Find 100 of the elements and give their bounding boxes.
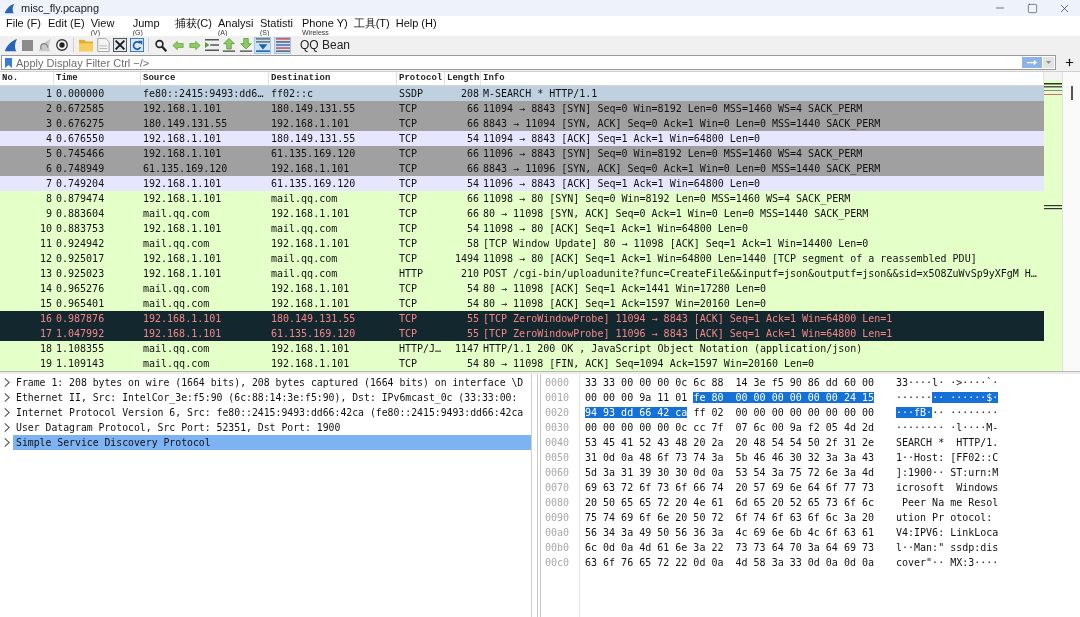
scrollbar-track[interactable]: [1062, 72, 1080, 371]
menu-item[interactable]: File (F): [3, 16, 45, 29]
table-cell-text: 16: [38, 312, 53, 326]
table-cell-text: 58: [465, 237, 480, 251]
table-cell-text: 192.168.1.101: [142, 132, 223, 146]
packet-row[interactable]: 11 0.924942 mail.qq.com 192.168.1.101 TCP 58 [TCP Window Update] 80 → 11098 [ACK] Seq=1 Ack=1 Win=14400 Len=0: [0, 236, 1044, 251]
packet-row[interactable]: 17 1.047992 192.168.1.101 61.135.169.120 TCP 55 [TCP ZeroWindowProbe] 11096 → 8843 [ACK] Seq=1 Ack=1 Win=64800 Len=1: [0, 326, 1044, 341]
fin-arrow-icon: [37, 38, 52, 52]
hex-bytes: 00 00 00 00 00 0c cc 7f 07 6c 00 9a f2 05 4d 2d: [585, 421, 874, 435]
table-cell-text: 80 → 11098 [ACK] Seq=1 Ack=1441 Win=17280 Len=0: [482, 282, 767, 296]
column-header[interactable]: Protocol: [397, 72, 445, 85]
table-cell-text: TCP: [398, 207, 419, 221]
packet-row[interactable]: 6 0.748949 61.135.169.120 192.168.1.101 TCP 66 8843 → 11096 [SYN, ACK] Seq=0 Ack=1 Win=0 Len=0 MSS=1440 SACK_PERM: [0, 161, 1044, 176]
scrollbar-thumb[interactable]: [1070, 86, 1073, 100]
table-cell-text: 180.149.131.55: [270, 132, 357, 146]
table-cell-text: 8843 → 11096 [SYN, ACK] Seq=0 Ack=1 Win=0 Len=0 MSS=1440 SACK_PERM: [482, 162, 882, 176]
packet-row[interactable]: 9 0.883604 mail.qq.com 192.168.1.101 TCP 66 80 → 11098 [SYN, ACK] Seq=0 Ack=1 Win=0 Len=0 MSS=1440 SACK_PERM: [0, 206, 1044, 221]
table-cell-text: 192.168.1.101: [270, 207, 351, 221]
table-cell-text: 0.676550: [55, 132, 106, 146]
table-cell-text: HTTP/1.1 200 OK , JavaScript Object Notation (application/json): [482, 342, 864, 356]
table-cell-text: mail.qq.com: [270, 192, 339, 206]
column-header[interactable]: Time: [54, 72, 141, 85]
table-cell-text: mail.qq.com: [142, 357, 211, 371]
first-packet-button[interactable]: [220, 36, 237, 54]
column-header[interactable]: Length: [445, 72, 481, 85]
packet-row[interactable]: 3 0.676275 180.149.131.55 192.168.1.101 TCP 66 8843 → 11094 [SYN, ACK] Seq=0 Ack=1 Win=0 Len=0 MSS=1440 SACK_PERM: [0, 116, 1044, 131]
offset-label: 00c0: [544, 556, 571, 570]
filter-field[interactable]: Apply Display Filter Ctrl −/>: [1, 55, 1056, 70]
tree-item[interactable]: User Datagram Protocol, Src Port: 52351, Dst Port: 1900: [13, 420, 531, 435]
packet-row[interactable]: 14 0.965276 mail.qq.com 192.168.1.101 TCP 54 80 → 11098 [ACK] Seq=1 Ack=1441 Win=17280 Len=0: [0, 281, 1044, 296]
packet-row[interactable]: 15 0.965401 mail.qq.com 192.168.1.101 TCP 54 80 → 11098 [ACK] Seq=1 Ack=1597 Win=20160 Len=0: [0, 296, 1044, 311]
packet-row[interactable]: 19 1.109143 mail.qq.com 192.168.1.101 TCP 54 80 → 11098 [FIN, ACK] Seq=1094 Ack=1597 Win=20160 Len=0: [0, 356, 1044, 371]
column-header[interactable]: Source: [141, 72, 269, 85]
table-cell-text: 0.925017: [55, 252, 106, 266]
table-cell-text: 0.924942: [55, 237, 106, 251]
table-cell-text: 15: [38, 297, 53, 311]
colorize-button[interactable]: [274, 36, 291, 54]
table-cell-text: TCP: [398, 222, 419, 236]
table-cell-text: TCP: [398, 132, 419, 146]
table-cell-text: ff02::c: [270, 87, 315, 101]
table-cell-text: 11098 → 80 [SYN] Seq=0 Win=8192 Len=0 MSS=1460 WS=4 SACK_PERM: [482, 192, 852, 206]
ascii-text: V4:IPV6: LinkLoca: [896, 526, 999, 540]
column-header[interactable]: Destination: [269, 72, 397, 85]
packet-row[interactable]: 7 0.749204 192.168.1.101 61.135.169.120 TCP 54 11096 → 8843 [ACK] Seq=1 Ack=1 Win=64800 Len=0: [0, 176, 1044, 191]
packet-row[interactable]: 13 0.925023 192.168.1.101 mail.qq.com HTTP 210 POST /cgi-bin/uploadunite?func=CreateFile&&inputf=json&outputf=json&&sid=x5O8ZuWvSp9yXFgM H…: [0, 266, 1044, 281]
hex-bytes: 00 00 00 9a 11 01 fe 80 00 00 00 00 00 00 24 15: [585, 391, 874, 405]
table-cell-text: 192.168.1.101: [142, 252, 223, 266]
table-cell-text: 0.879474: [55, 192, 106, 206]
table-cell-text: 55: [465, 327, 480, 341]
packet-row[interactable]: 18 1.108355 mail.qq.com 192.168.1.101 HTTP/J… 1147 HTTP/1.1 200 OK , JavaScript Object Notation (application/json): [0, 341, 1044, 356]
ascii-text: icrosoft Windows: [896, 481, 999, 495]
table-cell-text: 61.135.169.120: [142, 162, 229, 176]
table-cell-text: TCP: [398, 297, 419, 311]
packet-row[interactable]: 1 0.000000 fe80::2415:9493:dd6… ff02::c SSDP 208 M-SEARCH * HTTP/1.1: [0, 86, 1044, 101]
packet-row[interactable]: 2 0.672585 192.168.1.101 180.149.131.55 TCP 66 11094 → 8843 [SYN] Seq=0 Win=8192 Len=0 MSS=1460 WS=4 SACK_PERM: [0, 101, 1044, 116]
ascii-text: ········ ·l····M-: [896, 421, 999, 435]
capture-options-button[interactable]: [53, 36, 70, 54]
packet-row[interactable]: 12 0.925017 192.168.1.101 mail.qq.com TCP 1494 11098 → 80 [ACK] Seq=1 Ack=1 Win=64800 Len=1440 [TCP segment of a reassembled PDU]: [0, 251, 1044, 266]
table-cell-text: 11096 → 8843 [SYN] Seq=0 Win=8192 Len=0 MSS=1460 WS=4 SACK_PERM: [482, 147, 864, 161]
table-cell-text: 11098 → 80 [ACK] Seq=1 Ack=1 Win=64800 Len=0: [482, 222, 749, 236]
table-cell-text: 3: [44, 117, 53, 131]
table-cell-text: 11096 → 8843 [ACK] Seq=1 Ack=1 Win=64800 Len=0: [482, 177, 761, 191]
menu-item[interactable]: 工具(T): [350, 16, 393, 29]
column-header[interactable]: No.: [0, 72, 54, 85]
table-cell-text: 80 → 11098 [ACK] Seq=1 Ack=1597 Win=20160 Len=0: [482, 297, 767, 311]
offset-label: 0010: [544, 391, 571, 405]
dropdown-button[interactable]: [1043, 57, 1054, 68]
menu-item[interactable]: Help (H): [392, 16, 440, 29]
table-cell-text: 10: [38, 222, 53, 236]
restart-capture-button[interactable]: [36, 36, 53, 54]
packet-row[interactable]: 16 0.987876 192.168.1.101 180.149.131.55 TCP 55 [TCP ZeroWindowProbe] 11094 → 8843 [ACK] Seq=1 Ack=1 Win=64800 Len=1: [0, 311, 1044, 326]
menu-item[interactable]: Edit (E): [45, 16, 88, 29]
table-cell-text: TCP: [398, 312, 419, 326]
last-packet-button[interactable]: [237, 36, 254, 54]
table-cell-text: fe80::2415:9493:dd6…: [142, 87, 265, 101]
colored-lines-icon: [275, 38, 290, 52]
table-cell-text: 54: [465, 222, 480, 236]
start-capture-button[interactable]: [2, 36, 19, 54]
caret-down-icon: [1046, 61, 1051, 64]
tree-item[interactable]: Simple Service Discovery Protocol: [13, 435, 531, 450]
lines-down-arrow-icon: [255, 38, 270, 52]
table-cell-text: 0.883753: [55, 222, 106, 236]
close-file-button[interactable]: [111, 36, 128, 54]
reload-file-button[interactable]: [128, 36, 145, 54]
packet-row[interactable]: 4 0.676550 192.168.1.101 180.149.131.55 TCP 54 11094 → 8843 [ACK] Seq=1 Ack=1 Win=64800 Len=0: [0, 131, 1044, 146]
packet-row[interactable]: 8 0.879474 192.168.1.101 mail.qq.com TCP 66 11098 → 80 [SYN] Seq=0 Win=8192 Len=0 MSS=1460 WS=4 SACK_PERM: [0, 191, 1044, 206]
table-cell-text: 12: [38, 252, 53, 266]
stop-icon: [22, 39, 33, 51]
tree-item[interactable]: Ethernet II, Src: IntelCor_3e:f5:90 (6c:88:14:3e:f5:90), Dst: IPv6mcast_0c (33:33:00:: [13, 390, 531, 405]
packet-row[interactable]: 10 0.883753 192.168.1.101 mail.qq.com TCP 54 11098 → 80 [ACK] Seq=1 Ack=1 Win=64800 Len=0: [0, 221, 1044, 236]
table-cell-text: 14: [38, 282, 53, 296]
table-cell-text: 0.745466: [55, 147, 106, 161]
table-cell-text: 0.676275: [55, 117, 106, 131]
packet-row[interactable]: 5 0.745466 192.168.1.101 61.135.169.120 TCP 66 11096 → 8843 [SYN] Seq=0 Win=8192 Len=0 MSS=1460 WS=4 SACK_PERM: [0, 146, 1044, 161]
tree-item[interactable]: Internet Protocol Version 6, Src: fe80::2415:9493:dd66:42ca (fe80::2415:9493:dd66:42ca: [13, 405, 531, 420]
table-cell-text: 4: [44, 132, 53, 146]
menu-item[interactable]: 捕获(C): [171, 16, 215, 29]
tree-item[interactable]: Frame 1: 208 bytes on wire (1664 bits), 208 bytes captured (1664 bits) on interface \D: [13, 375, 531, 390]
go-to-packet-button[interactable]: [203, 36, 220, 54]
autoscroll-button[interactable]: [254, 36, 271, 54]
